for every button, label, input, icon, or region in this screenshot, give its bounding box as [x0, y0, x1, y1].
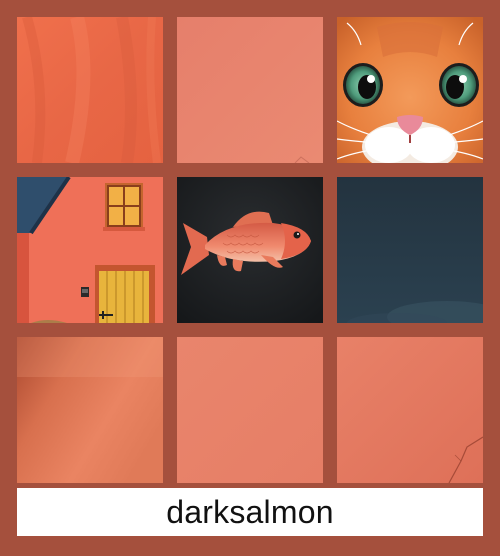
tile-dark-teal-sky[interactable] — [337, 177, 483, 323]
red-fish-image — [177, 177, 323, 323]
tile-salmon-house[interactable] — [17, 177, 163, 323]
salmon-gradient-texture-image — [17, 337, 163, 483]
salmon-flat-texture-image — [177, 337, 323, 483]
tile-salmon-fabric[interactable] — [17, 17, 163, 163]
tile-red-fish[interactable] — [177, 177, 323, 323]
orange-cat-face-image — [337, 17, 483, 163]
salmon-fabric-texture-image — [17, 17, 163, 163]
caption-bar: darksalmon — [17, 488, 483, 536]
tile-orange-cat[interactable] — [337, 17, 483, 163]
tile-salmon-gradient[interactable] — [17, 337, 163, 483]
salmon-plain-texture-image — [177, 17, 323, 163]
tile-salmon-wall[interactable] — [337, 337, 483, 483]
salmon-house-door-image — [17, 177, 163, 323]
tile-salmon-flat[interactable] — [177, 337, 323, 483]
dark-teal-sky-image — [337, 177, 483, 323]
caption-text: darksalmon — [166, 493, 334, 530]
tile-salmon-plain[interactable] — [177, 17, 323, 163]
salmon-wall-texture-image — [337, 337, 483, 483]
